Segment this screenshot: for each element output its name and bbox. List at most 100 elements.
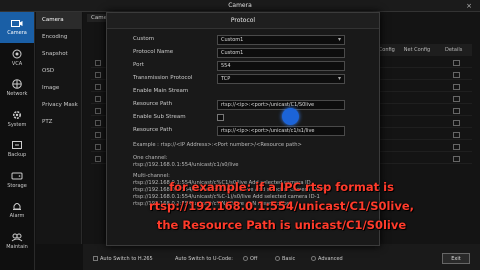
details-icon[interactable] xyxy=(453,96,460,102)
details-icon[interactable] xyxy=(453,84,460,90)
nav-camera-label: Camera xyxy=(7,30,27,37)
window-title: Camera xyxy=(228,2,252,9)
camera-icon xyxy=(11,18,23,28)
transmission-row: Transmission Protocol TCP xyxy=(125,74,355,84)
protocol-name-row: Protocol Name Custom1 xyxy=(125,48,355,58)
resource-path-label: Resource Path xyxy=(133,101,173,107)
custom-row: Custom Custom1 xyxy=(125,35,355,45)
auto-ucode-label: Auto Switch to U-Code: xyxy=(175,256,233,262)
caption-line-2: rtsp://192.168.0.1:554/unicast/C1/S0live… xyxy=(148,199,415,213)
details-icon[interactable] xyxy=(453,108,460,114)
ucode-basic-radio[interactable] xyxy=(275,256,280,261)
maintain-icon xyxy=(11,232,23,242)
one-channel-title: One channel: xyxy=(133,155,168,161)
enable-main-row: Enable Main Stream xyxy=(125,87,355,97)
auto-h265-toggle[interactable]: Auto Switch to H.265 xyxy=(93,256,153,262)
ucode-basic-label: Basic xyxy=(282,256,296,262)
ucode-advanced-option[interactable]: Advanced xyxy=(311,256,343,262)
protocol-name-input[interactable]: Custom1 xyxy=(217,48,345,58)
row-checkbox[interactable] xyxy=(95,84,101,90)
alarm-icon xyxy=(11,201,23,211)
submenu-encoding[interactable]: Encoding xyxy=(36,29,81,46)
nav-vca[interactable]: VCA xyxy=(0,43,34,74)
nav-camera[interactable]: Camera xyxy=(0,12,34,43)
dialog-title: Protocol xyxy=(107,13,379,29)
storage-icon xyxy=(11,171,23,181)
transmission-select[interactable]: TCP xyxy=(217,74,345,84)
multi-channel-title: Multi-channel: xyxy=(133,173,170,179)
submenu-privacy-mask[interactable]: Privacy Mask xyxy=(36,97,81,114)
nav-system[interactable]: System xyxy=(0,104,34,135)
example-text: Example : rtsp://<IP Address>:<Port numb… xyxy=(133,142,302,148)
backup-icon xyxy=(11,140,23,150)
protocol-name-label: Protocol Name xyxy=(133,49,174,55)
details-icon[interactable] xyxy=(453,120,460,126)
transmission-label: Transmission Protocol xyxy=(133,75,193,81)
one-channel-value: rtsp://192.168.0.1:554/unicast/c1/s0/liv… xyxy=(133,162,239,168)
camera-submenu: Camera Encoding Snapshot OSD Image Priva… xyxy=(36,12,82,244)
column-net-config: Net Config xyxy=(403,47,431,53)
row-checkbox[interactable] xyxy=(95,72,101,78)
submenu-snapshot[interactable]: Snapshot xyxy=(36,46,81,63)
caption-line-3: the Resource Path is unicast/C1/S0live xyxy=(156,218,407,232)
details-icon[interactable] xyxy=(453,72,460,78)
ucode-advanced-label: Advanced xyxy=(318,256,343,262)
ucode-off-radio[interactable] xyxy=(243,256,248,261)
row-checkbox[interactable] xyxy=(95,60,101,66)
resource-path-row: Resource Path rtsp://<ip>:<port>/unicast… xyxy=(125,100,355,110)
port-label: Port xyxy=(133,62,144,68)
row-checkbox[interactable] xyxy=(95,120,101,126)
enable-sub-checkbox[interactable] xyxy=(217,114,224,121)
nav-storage-label: Storage xyxy=(7,182,27,189)
resource-path2-input[interactable]: rtsp://<ip>:<port>/unicast/c1/s1/live xyxy=(217,126,345,136)
nav-alarm[interactable]: Alarm xyxy=(0,195,34,226)
window-close-button[interactable]: × xyxy=(466,0,472,12)
main-nav-rail: Camera VCA Network System Backup Storage… xyxy=(0,12,35,270)
ucode-off-option[interactable]: Off xyxy=(243,256,257,262)
custom-label: Custom xyxy=(133,36,155,42)
vca-icon xyxy=(11,49,23,59)
nav-alarm-label: Alarm xyxy=(9,213,25,220)
resource-path-input[interactable]: rtsp://<ip>:<port>/unicast/C1/S0live xyxy=(217,100,345,110)
window-titlebar: Camera × xyxy=(0,0,480,12)
nav-network[interactable]: Network xyxy=(0,73,34,104)
custom-select[interactable]: Custom1 xyxy=(217,35,345,45)
ucode-advanced-radio[interactable] xyxy=(311,256,316,261)
row-checkbox[interactable] xyxy=(95,132,101,138)
port-input[interactable]: 554 xyxy=(217,61,345,71)
ucode-basic-option[interactable]: Basic xyxy=(275,256,295,262)
nav-network-label: Network xyxy=(6,91,28,98)
nav-maintain[interactable]: Maintain xyxy=(0,226,34,257)
submenu-ptz[interactable]: PTZ xyxy=(36,114,81,131)
system-gear-icon xyxy=(11,110,23,120)
enable-sub-row: Enable Sub Stream xyxy=(125,113,355,123)
nav-system-label: System xyxy=(7,121,27,128)
nav-maintain-label: Maintain xyxy=(6,243,28,250)
port-row: Port 554 xyxy=(125,61,355,71)
nav-backup-label: Backup xyxy=(7,152,27,159)
row-checkbox[interactable] xyxy=(95,96,101,102)
cursor-highlight xyxy=(282,108,299,125)
auto-h265-checkbox[interactable] xyxy=(93,256,98,261)
row-checkbox[interactable] xyxy=(95,156,101,162)
column-details: Details xyxy=(445,47,463,53)
row-checkbox[interactable] xyxy=(95,144,101,150)
exit-button[interactable]: Exit xyxy=(442,253,470,264)
caption-line-1: for example: if a IPC rtsp format is xyxy=(169,180,394,194)
resource-path2-label: Resource Path xyxy=(133,127,173,133)
submenu-osd[interactable]: OSD xyxy=(36,63,81,80)
enable-main-label: Enable Main Stream xyxy=(133,88,189,94)
submenu-image[interactable]: Image xyxy=(36,80,81,97)
enable-sub-label: Enable Sub Stream xyxy=(133,114,186,120)
resource-path2-row: Resource Path rtsp://<ip>:<port>/unicast… xyxy=(125,126,355,136)
network-icon xyxy=(11,79,23,90)
submenu-camera[interactable]: Camera xyxy=(36,12,81,29)
details-icon[interactable] xyxy=(453,144,460,150)
details-icon[interactable] xyxy=(453,156,460,162)
details-icon[interactable] xyxy=(453,60,460,66)
nav-backup[interactable]: Backup xyxy=(0,134,34,165)
row-checkbox[interactable] xyxy=(95,108,101,114)
nav-storage[interactable]: Storage xyxy=(0,165,34,196)
details-icon[interactable] xyxy=(453,132,460,138)
camera-bottom-bar: Auto Switch to H.265 Auto Switch to U-Co… xyxy=(83,244,480,270)
